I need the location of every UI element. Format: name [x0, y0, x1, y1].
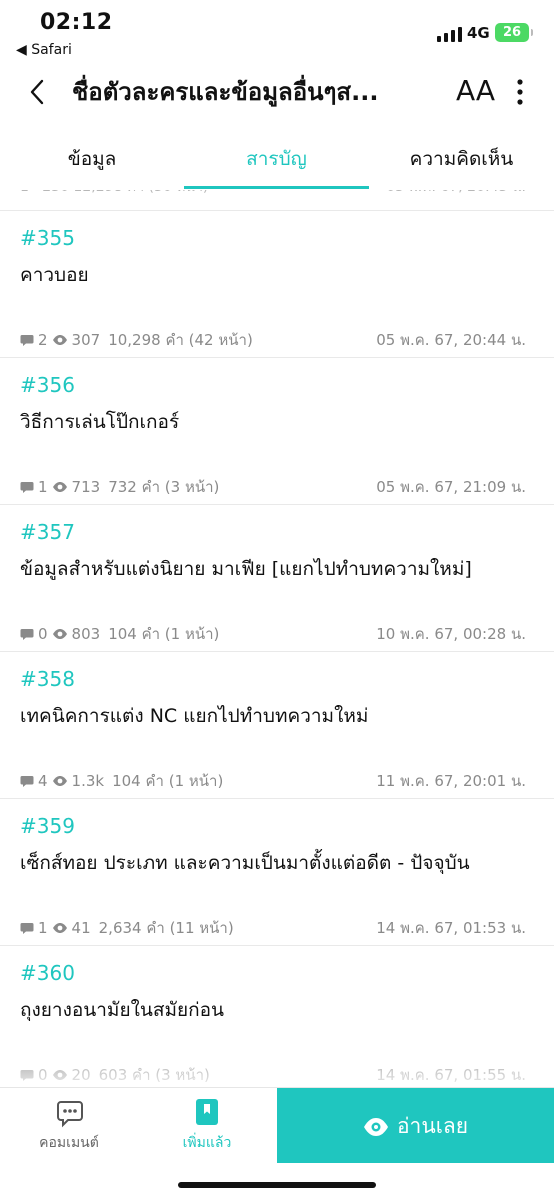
comment-count: 1	[38, 478, 48, 496]
page-title: ชื่อตัวละครและข้อมูลอื่นๆส...	[72, 78, 379, 106]
chapter-title: คาวบอย	[20, 264, 89, 286]
chapter-date: 14 พ.ค. 67, 01:53 น.	[376, 919, 526, 937]
chapter-title: วิธีการเล่นโป๊กเกอร์	[20, 411, 180, 433]
comment-icon	[57, 1101, 83, 1128]
chapter-row[interactable]: #358 เทคนิคการแต่ง NC แยกไปทำบทความใหม่ 4 1…	[0, 651, 554, 799]
comment-count-icon	[20, 628, 34, 641]
battery-icon: 26	[495, 23, 533, 42]
top-header: ชื่อตัวละครและข้อมูลอื่นๆส... AA	[0, 64, 554, 120]
comment-count-icon	[20, 922, 34, 935]
chapter-stats: 4 1.3k 104 คำ (1 หน้า)	[20, 769, 223, 793]
view-count: 41	[71, 919, 91, 937]
chevron-left-icon	[30, 79, 44, 105]
chapter-number: #357	[20, 520, 75, 544]
view-count: 307	[71, 331, 101, 349]
list-item-partial[interactable]: 1 · 230 12,298 คำ (50 หน้า) 05 พ.ค. 67, …	[0, 190, 554, 211]
home-indicator	[178, 1182, 376, 1188]
font-size-label: AA	[456, 74, 496, 107]
comment-count: 2	[38, 331, 48, 349]
eye-icon	[363, 1118, 388, 1136]
word-count: 2,634 คำ (11 หน้า)	[98, 919, 234, 937]
comment-button[interactable]: คอมเมนต์	[0, 1088, 138, 1163]
status-bar: 02:12 ◀ Safari 4G 26	[0, 0, 554, 64]
view-count-icon	[52, 775, 68, 787]
chapter-row[interactable]: #359 เซ็กส์ทอย ประเภท และความเป็นมาตั้งแต…	[0, 798, 554, 946]
word-count: 10,298 คำ (42 หน้า)	[108, 331, 253, 349]
added-to-library-button[interactable]: เพิ่มแล้ว	[138, 1088, 276, 1163]
view-count-icon	[52, 481, 68, 493]
font-size-button[interactable]: AA	[456, 72, 495, 110]
more-options-button[interactable]	[510, 74, 530, 110]
chapter-number: #358	[20, 667, 75, 691]
chapter-title: ถุงยางอนามัยในสมัยก่อน	[20, 999, 225, 1021]
comment-count-icon	[20, 481, 34, 494]
chapter-title: เซ็กส์ทอย ประเภท และความเป็นมาตั้งแต่อดี…	[20, 852, 470, 874]
back-button[interactable]	[24, 74, 54, 110]
chapter-date: 11 พ.ค. 67, 20:01 น.	[376, 772, 526, 790]
tab-bar: ข้อมูล สารบัญ ความคิดเห็น	[0, 120, 554, 190]
signal-icon	[437, 26, 462, 42]
more-vertical-icon	[517, 79, 523, 105]
chapter-date: 10 พ.ค. 67, 00:28 น.	[376, 625, 526, 643]
chapter-number: #360	[20, 961, 75, 985]
comment-label: คอมเมนต์	[39, 1135, 99, 1151]
chapter-stats: 2 307 10,298 คำ (42 หน้า)	[20, 328, 253, 352]
read-now-label: อ่านเลย	[396, 1114, 469, 1138]
chapter-row[interactable]: #357 ข้อมูลสำหรับแต่งนิยาย มาเฟีย [แยกไปท…	[0, 504, 554, 652]
chapter-stats: 1 713 732 คำ (3 หน้า)	[20, 475, 219, 499]
chapter-row[interactable]: #356 วิธีการเล่นโป๊กเกอร์ 1 713 732 คำ (3 หน…	[0, 357, 554, 505]
view-count-icon	[52, 334, 68, 346]
chapter-number: #359	[20, 814, 75, 838]
tab-info[interactable]: ข้อมูล	[0, 144, 184, 174]
partial-row-meta: 1 · 230 12,298 คำ (50 หน้า)	[20, 190, 208, 198]
network-type: 4G	[467, 24, 490, 42]
added-label: เพิ่มแล้ว	[182, 1135, 232, 1151]
comment-count-icon	[20, 775, 34, 788]
view-count: 713	[71, 478, 101, 496]
chapter-date: 05 พ.ค. 67, 20:44 น.	[376, 331, 526, 349]
chapter-row[interactable]: #355 คาวบอย 2 307 10,298 คำ (42 หน้า) 05 พ.ค.…	[0, 210, 554, 358]
chapter-stats: 1 41 2,634 คำ (11 หน้า)	[20, 916, 234, 940]
bookmark-book-icon	[196, 1099, 218, 1125]
word-count: 732 คำ (3 หน้า)	[108, 478, 220, 496]
chapter-list[interactable]: 1 · 230 12,298 คำ (50 หน้า) 05 พ.ค. 67, …	[0, 190, 554, 1088]
chapter-number: #356	[20, 373, 75, 397]
read-now-button[interactable]: อ่านเลย	[277, 1088, 554, 1163]
scroll-fade	[0, 1040, 554, 1088]
tab-comments[interactable]: ความคิดเห็น	[369, 144, 554, 174]
tab-contents[interactable]: สารบัญ	[184, 144, 369, 174]
back-to-safari-link[interactable]: ◀ Safari	[16, 42, 72, 58]
comment-count: 0	[38, 625, 48, 643]
partial-row-date: 05 พ.ค. 67, 20:43 น.	[386, 190, 526, 198]
view-count: 803	[71, 625, 101, 643]
word-count: 104 คำ (1 หน้า)	[112, 772, 224, 790]
view-count-icon	[52, 628, 68, 640]
word-count: 104 คำ (1 หน้า)	[108, 625, 220, 643]
chapter-title: เทคนิคการแต่ง NC แยกไปทำบทความใหม่	[20, 705, 369, 727]
comment-count: 1	[38, 919, 48, 937]
view-count-icon	[52, 922, 68, 934]
view-count: 1.3k	[71, 772, 105, 790]
status-time: 02:12	[40, 10, 113, 35]
chapter-stats: 0 803 104 คำ (1 หน้า)	[20, 622, 219, 646]
comment-count-icon	[20, 334, 34, 347]
comment-count: 4	[38, 772, 48, 790]
chapter-title: ข้อมูลสำหรับแต่งนิยาย มาเฟีย [แยกไปทำบทค…	[20, 558, 472, 580]
chapter-date: 05 พ.ค. 67, 21:09 น.	[376, 478, 526, 496]
chapter-number: #355	[20, 226, 75, 250]
active-tab-indicator	[184, 186, 369, 189]
